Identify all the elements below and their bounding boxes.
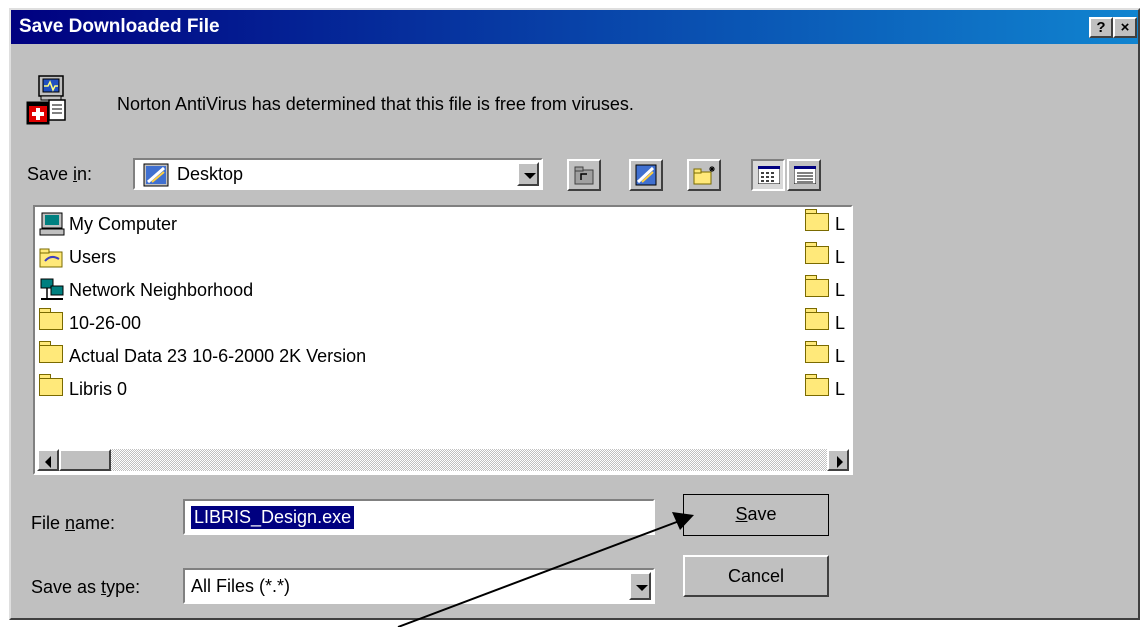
annotation-arrow bbox=[397, 512, 694, 627]
